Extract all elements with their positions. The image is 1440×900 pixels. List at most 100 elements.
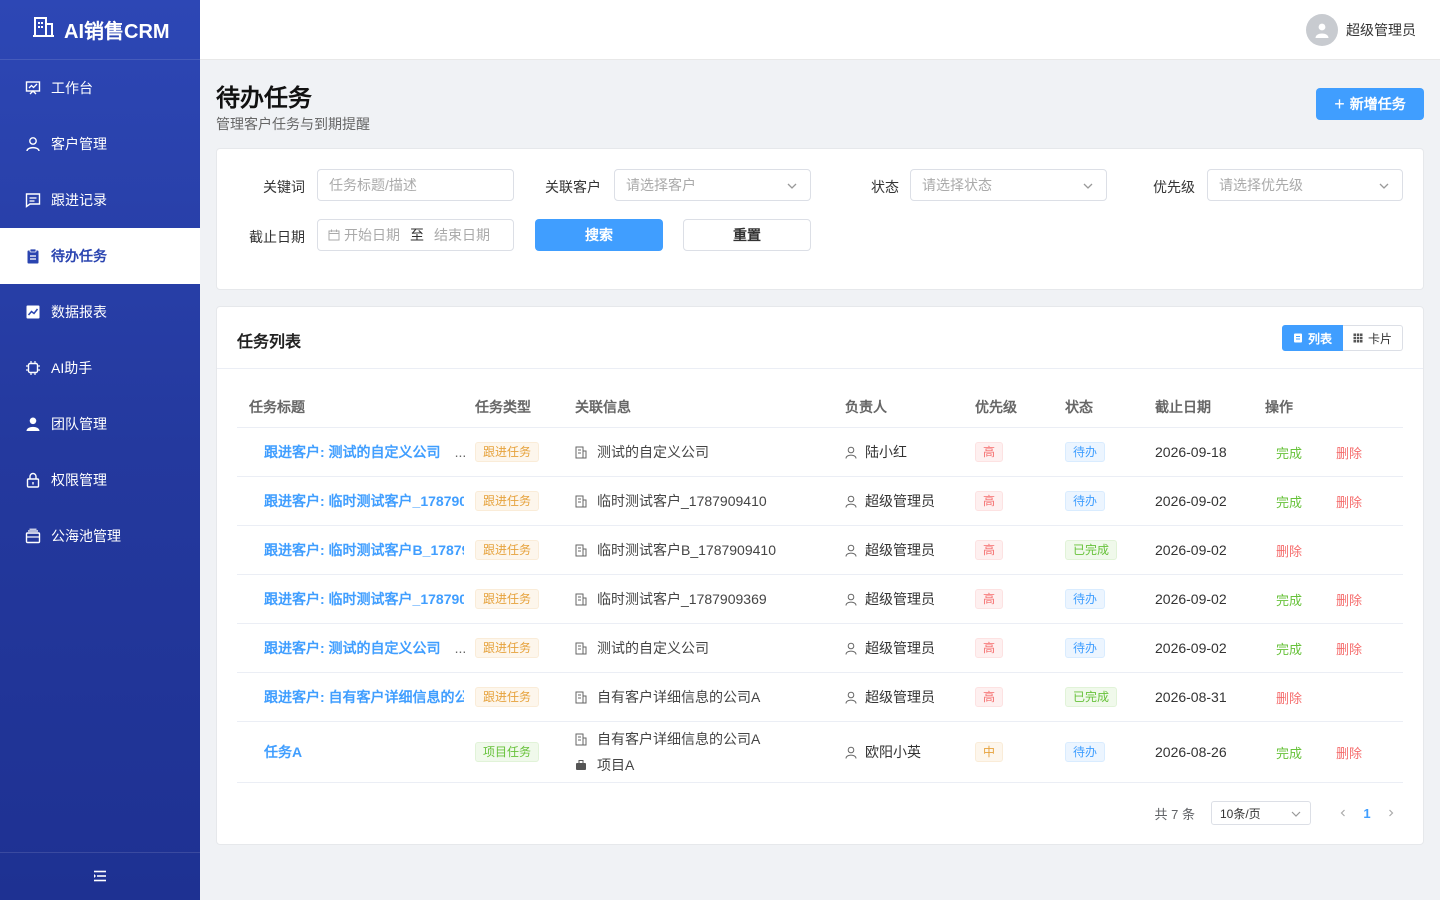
task-title-link[interactable]: 任务A: [264, 742, 302, 762]
sidebar-item-followups[interactable]: 跟进记录: [0, 172, 200, 228]
column-header-priority: 优先级: [975, 399, 1017, 415]
delete-button[interactable]: 删除: [1336, 590, 1362, 609]
sidebar-item-reports[interactable]: 数据报表: [0, 284, 200, 340]
list-icon: [1293, 333, 1303, 343]
due-date: 2026-08-31: [1155, 689, 1227, 705]
status-cell: 待办: [1065, 428, 1155, 476]
reset-button[interactable]: 重置: [683, 219, 811, 251]
type-cell: 跟进任务: [475, 624, 575, 672]
user-menu[interactable]: 超级管理员: [1306, 14, 1416, 46]
filter-panel: 关键词 任务标题/描述 关联客户 请选择客户 状态 请选择状态 优先级 请选择优…: [216, 148, 1424, 290]
status-tag: 已完成: [1065, 540, 1118, 560]
company-icon: [575, 495, 589, 508]
task-title-link[interactable]: 跟进客户: 测试的自定义公司: [264, 442, 441, 462]
priority-tag: 中: [975, 742, 1004, 762]
table-row: 任务A 项目任务 自有客户详细信息的公司A 项目A 欧阳小英 中 待办 2026…: [237, 722, 1403, 783]
status-label: 状态: [871, 179, 899, 195]
customer-placeholder: 请选择客户: [626, 177, 696, 193]
task-title-link[interactable]: 跟进客户: 临时测试客户_1787909369: [264, 589, 464, 609]
task-list-header: 任务列表 列表 卡片: [217, 307, 1423, 369]
sidebar-item-tasks[interactable]: 待办任务: [0, 228, 200, 284]
next-page-button[interactable]: [1379, 806, 1403, 821]
delete-button[interactable]: 删除: [1336, 492, 1362, 511]
chart-icon: [24, 303, 42, 321]
delete-button[interactable]: 删除: [1336, 639, 1362, 658]
complete-button[interactable]: 完成: [1276, 443, 1302, 462]
related-cell: 自有客户详细信息的公司A: [575, 673, 845, 721]
related-cell: 临时测试客户B_1787909410: [575, 526, 845, 574]
complete-button[interactable]: 完成: [1276, 492, 1302, 511]
status-cell: 已完成: [1065, 526, 1155, 574]
column-header-owner: 负责人: [845, 399, 887, 415]
sidebar-item-customers[interactable]: 客户管理: [0, 116, 200, 172]
customer-select[interactable]: 请选择客户: [614, 169, 811, 201]
task-title-link[interactable]: 跟进客户: 临时测试客户B_1787909410: [264, 540, 464, 560]
page-number-current[interactable]: 1: [1355, 806, 1379, 821]
priority-placeholder: 请选择优先级: [1219, 177, 1303, 193]
sidebar-item-label: 待办任务: [51, 248, 107, 264]
complete-button[interactable]: 完成: [1276, 743, 1302, 762]
page-size-select[interactable]: 10条/页: [1211, 801, 1311, 825]
sidebar-item-label: 跟进记录: [51, 192, 107, 208]
priority-tag: 高: [975, 687, 1004, 707]
sidebar-item-public-pool[interactable]: 公海池管理: [0, 508, 200, 564]
table-row: 跟进客户: 自有客户详细信息的公司A 跟进任务 自有客户详细信息的公司A 超级管…: [237, 673, 1403, 722]
task-list-panel: 任务列表 列表 卡片 任务标题 任务类型 关联信息 负责人 优先级 状态 截止日…: [216, 306, 1424, 845]
task-title-link[interactable]: 跟进客户: 自有客户详细信息的公司A: [264, 687, 464, 707]
priority-cell: 高: [975, 575, 1065, 623]
delete-button[interactable]: 删除: [1336, 743, 1362, 762]
user-icon: [845, 691, 857, 704]
delete-button[interactable]: 删除: [1276, 541, 1302, 560]
task-table: 任务标题 任务类型 关联信息 负责人 优先级 状态 截止日期 操作 跟进客户: …: [237, 387, 1403, 783]
type-cell: 跟进任务: [475, 575, 575, 623]
owner-name: 超级管理员: [865, 689, 935, 705]
related-project: 项目A: [597, 757, 635, 773]
sidebar-item-ai-assistant[interactable]: AI助手: [0, 340, 200, 396]
company-icon: [575, 733, 589, 746]
status-select[interactable]: 请选择状态: [910, 169, 1107, 201]
task-list-title: 任务列表: [237, 334, 302, 351]
related-customer: 测试的自定义公司: [597, 640, 709, 656]
card-view-button[interactable]: 卡片: [1342, 325, 1403, 351]
list-view-button[interactable]: 列表: [1281, 325, 1343, 351]
table-row: 跟进客户: 临时测试客户_1787909369 跟进任务 临时测试客户_1787…: [237, 575, 1403, 624]
sidebar-item-permissions[interactable]: 权限管理: [0, 452, 200, 508]
priority-cell: 高: [975, 673, 1065, 721]
title-cell: 跟进客户: 自有客户详细信息的公司A: [249, 673, 475, 721]
related-cell: 自有客户详细信息的公司A 项目A: [575, 722, 845, 782]
task-type-tag: 跟进任务: [475, 589, 540, 609]
avatar[interactable]: [1306, 14, 1338, 46]
delete-button[interactable]: 删除: [1336, 443, 1362, 462]
task-title-link[interactable]: 跟进客户: 测试的自定义公司: [264, 638, 441, 658]
complete-button[interactable]: 完成: [1276, 639, 1302, 658]
user-icon: [845, 544, 857, 557]
date-end-placeholder: 结束日期: [434, 227, 490, 243]
chevron-down-icon: [1290, 808, 1302, 823]
search-button[interactable]: 搜索: [535, 219, 663, 251]
prev-page-button[interactable]: [1331, 806, 1355, 821]
add-task-button[interactable]: + 新增任务: [1316, 88, 1424, 120]
keyword-input[interactable]: 任务标题/描述: [317, 169, 514, 201]
priority-tag: 高: [975, 589, 1004, 609]
complete-button[interactable]: 完成: [1276, 590, 1302, 609]
delete-button[interactable]: 删除: [1276, 688, 1302, 707]
due-date: 2026-09-18: [1155, 444, 1227, 460]
collapse-sidebar-button[interactable]: [0, 852, 200, 900]
owner-cell: 超级管理员: [845, 673, 975, 721]
box-icon: [24, 527, 42, 545]
view-toggle: 列表 卡片: [1281, 325, 1403, 351]
actions-cell: 完成 删除: [1265, 477, 1403, 525]
company-icon: [575, 642, 589, 655]
task-title-link[interactable]: 跟进客户: 临时测试客户_1787909410: [264, 491, 464, 511]
lock-icon: [24, 471, 42, 489]
task-type-tag: 跟进任务: [475, 687, 540, 707]
title-cell: 跟进客户: 临时测试客户_1787909369: [249, 575, 475, 623]
owner-name: 超级管理员: [865, 640, 935, 656]
sidebar-item-dashboard[interactable]: 工作台: [0, 60, 200, 116]
priority-select[interactable]: 请选择优先级: [1207, 169, 1403, 201]
due-date-range-picker[interactable]: 开始日期 至 结束日期: [317, 219, 514, 251]
clipboard-icon: [24, 247, 42, 265]
user-name[interactable]: 超级管理员: [1346, 20, 1416, 40]
sidebar-item-team[interactable]: 团队管理: [0, 396, 200, 452]
user-icon: [845, 446, 857, 459]
